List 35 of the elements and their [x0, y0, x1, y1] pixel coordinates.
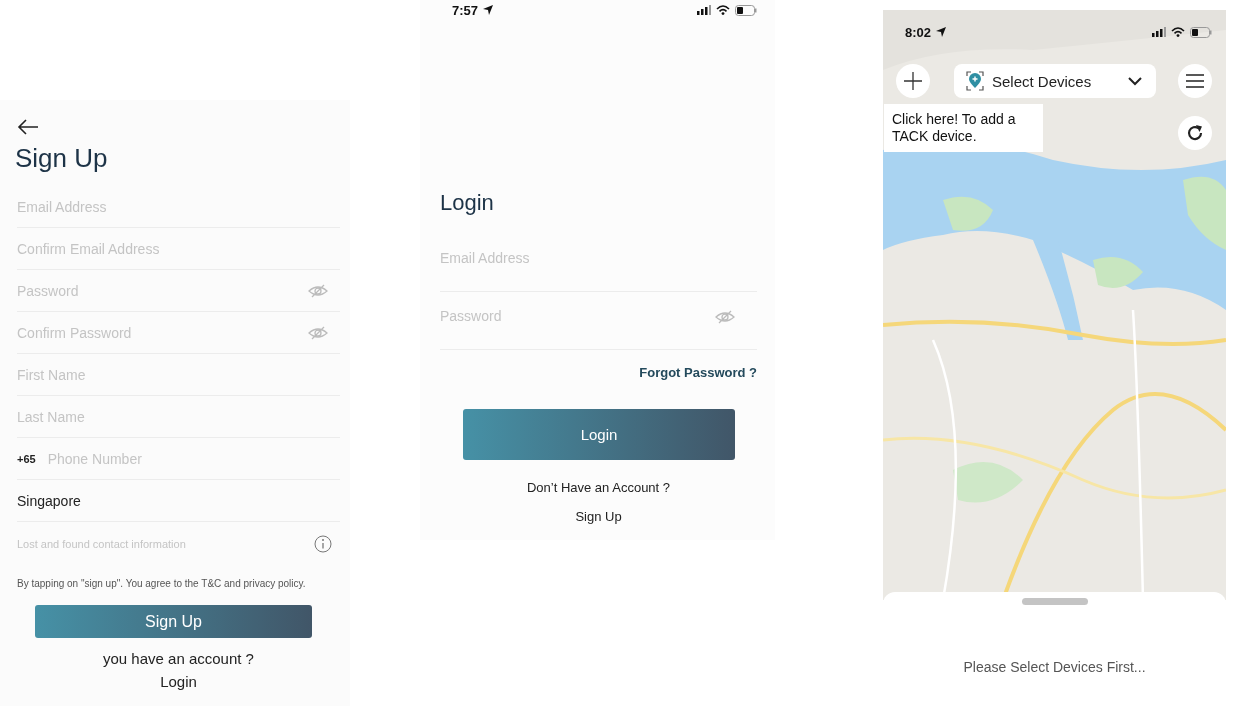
- battery-icon: [1190, 26, 1212, 38]
- wifi-icon: [1171, 27, 1185, 37]
- input-field[interactable]: Singapore: [17, 492, 340, 509]
- signal-icon: [1152, 27, 1166, 37]
- sign-up-link[interactable]: Sign Up: [575, 509, 622, 524]
- plus-icon: [904, 72, 922, 90]
- account-prompt: you have an account ?: [102, 650, 255, 667]
- status-time: 7:57: [452, 2, 479, 18]
- page-title: Login: [440, 190, 495, 216]
- input-field[interactable]: Password: [440, 308, 715, 324]
- device-select[interactable]: Select Devices: [954, 64, 1156, 98]
- tooltip: Click here! To add a TACK device.: [884, 104, 1043, 152]
- empty-message: Please Select Devices First...: [963, 659, 1146, 675]
- login-link[interactable]: Login: [160, 673, 197, 690]
- login-button[interactable]: Login: [463, 409, 735, 460]
- terms-text: By tapping on "sign up". You agree to the T&C and privacy policy.: [17, 578, 307, 589]
- signal-icon: [697, 5, 711, 15]
- wifi-icon: [716, 5, 730, 15]
- input-field[interactable]: Email Address: [440, 250, 757, 266]
- page-title: Sign Up: [15, 143, 109, 174]
- drag-handle[interactable]: [1021, 598, 1088, 605]
- refresh-icon: [1186, 124, 1204, 142]
- info-icon[interactable]: [314, 535, 332, 553]
- account-prompt: Don’t Have an Account ?: [525, 480, 672, 495]
- sign-up-button[interactable]: Sign Up: [35, 605, 312, 638]
- location-pin-icon: [966, 71, 984, 91]
- menu-icon: [1186, 74, 1204, 88]
- chevron-down-icon: [1128, 76, 1142, 86]
- status-time: 8:02: [905, 24, 932, 40]
- battery-icon: [735, 4, 757, 16]
- forgot-password-link[interactable]: Forgot Password ?: [639, 365, 757, 380]
- location-arrow-icon: [483, 5, 494, 15]
- country-code: +65: [17, 452, 36, 465]
- back-arrow-icon[interactable]: [17, 119, 39, 135]
- location-arrow-icon: [936, 27, 947, 37]
